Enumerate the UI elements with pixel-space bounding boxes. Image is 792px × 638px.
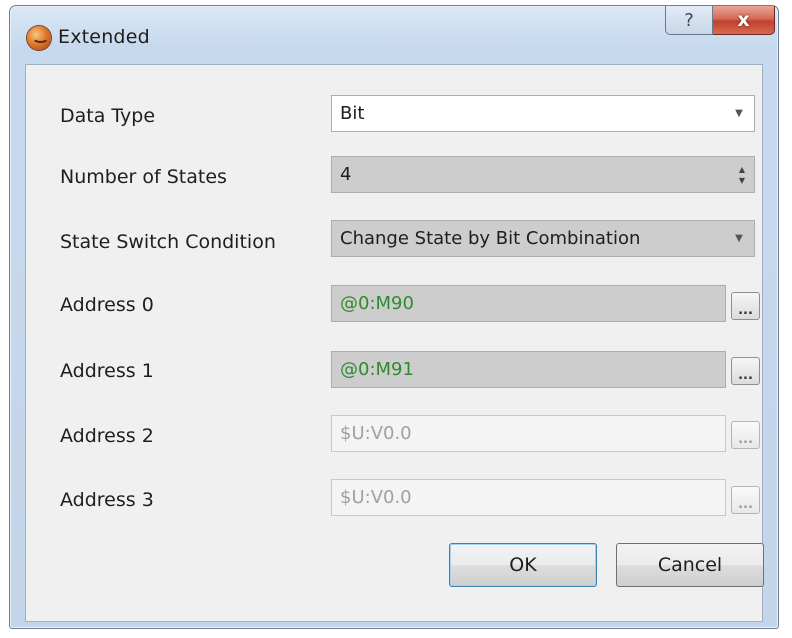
address-0-label: Address 0 (60, 294, 154, 316)
extended-dialog: Extended ? x Data Type Bit ▼ Number of S… (9, 5, 779, 629)
cancel-button[interactable]: Cancel (616, 543, 764, 587)
dialog-body: Data Type Bit ▼ Number of States 4 ▲ ▼ St… (25, 64, 764, 622)
switch-condition-label: State Switch Condition (60, 231, 276, 253)
num-states-label: Number of States (60, 166, 227, 188)
data-type-label: Data Type (60, 105, 156, 127)
address-3-input[interactable]: $U:V0.0 (331, 479, 726, 516)
address-0-browse-button[interactable]: ... (731, 292, 760, 320)
spinner-arrows-icon[interactable]: ▲ ▼ (730, 157, 754, 192)
address-3-browse-button[interactable]: ... (731, 486, 760, 514)
ellipsis-icon: ... (738, 432, 753, 447)
window-title: Extended (58, 26, 150, 48)
address-1-value: @0:M91 (340, 359, 414, 380)
address-0-value: @0:M90 (340, 293, 414, 314)
switch-condition-value: Change State by Bit Combination (340, 228, 641, 249)
address-2-browse-button[interactable]: ... (731, 421, 760, 449)
address-1-browse-button[interactable]: ... (731, 357, 760, 385)
switch-condition-dropdown[interactable]: Change State by Bit Combination ▼ (331, 220, 755, 257)
num-states-spinner[interactable]: 4 ▲ ▼ (331, 156, 755, 193)
help-button[interactable]: ? (665, 6, 713, 35)
help-icon: ? (684, 9, 694, 31)
ok-button[interactable]: OK (449, 543, 597, 587)
address-2-label: Address 2 (60, 425, 154, 447)
num-states-value: 4 (340, 164, 352, 185)
chevron-down-icon[interactable]: ▼ (724, 221, 754, 256)
data-type-dropdown[interactable]: Bit ▼ (331, 95, 755, 132)
close-button[interactable]: x (713, 6, 775, 35)
data-type-value: Bit (340, 103, 365, 124)
ellipsis-icon: ... (738, 368, 753, 383)
address-3-value: $U:V0.0 (340, 487, 412, 508)
address-1-label: Address 1 (60, 360, 154, 382)
chevron-down-icon[interactable]: ▼ (724, 96, 754, 131)
address-0-input[interactable]: @0:M90 (331, 285, 726, 322)
address-3-label: Address 3 (60, 489, 154, 511)
address-2-input[interactable]: $U:V0.0 (331, 415, 726, 452)
ellipsis-icon: ... (738, 497, 753, 512)
address-1-input[interactable]: @0:M91 (331, 351, 726, 388)
app-icon (27, 26, 51, 50)
ellipsis-icon: ... (738, 303, 753, 318)
address-2-value: $U:V0.0 (340, 423, 412, 444)
title-bar-buttons: ? x (665, 6, 775, 36)
title-bar[interactable]: Extended ? x (10, 6, 778, 64)
close-icon: x (737, 9, 750, 31)
